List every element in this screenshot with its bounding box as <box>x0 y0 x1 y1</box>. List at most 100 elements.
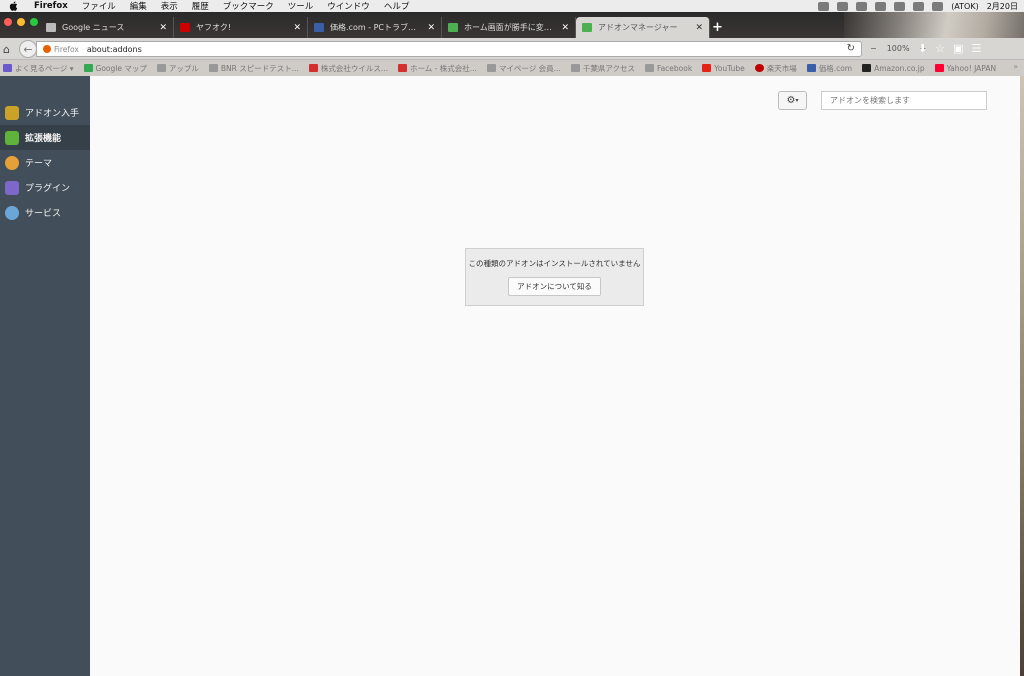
home-icon[interactable]: ⌂ <box>3 43 10 56</box>
volume-icon[interactable] <box>932 1 944 11</box>
rakuten-icon <box>754 64 764 72</box>
url-bar[interactable]: Firefox about:addons ↻ <box>36 41 862 57</box>
tab-kakaku[interactable]: 価格.com - PCトラブル相談 ... ✕ <box>308 17 442 38</box>
globe-icon <box>208 64 218 72</box>
zoom-level[interactable]: 100% <box>887 44 910 53</box>
tab-label: 価格.com - PCトラブル相談 ... <box>330 23 424 32</box>
minimize-window-button[interactable] <box>17 18 25 26</box>
tab-label: アドオンマネージャー <box>598 23 678 32</box>
tab-list: Google ニュース ✕ ヤフオク! ✕ 価格.com - PCトラブル相談 … <box>40 17 710 38</box>
hamburger-menu-icon[interactable]: ☰ <box>972 42 982 55</box>
close-icon[interactable]: ✕ <box>159 23 167 33</box>
network-icon[interactable] <box>856 1 868 11</box>
bookmark-label: Facebook <box>656 63 693 73</box>
status-menus: (ATOK) 2月20日 <box>818 0 1018 12</box>
palette-icon <box>5 155 19 170</box>
menu-tools[interactable]: ツール <box>288 0 314 12</box>
google-maps-icon <box>83 64 93 72</box>
bookmark-item[interactable]: Facebook <box>644 63 693 73</box>
tab-homepage-article[interactable]: ホーム画面が勝手に変わるS... ✕ <box>442 17 576 38</box>
bookmark-item[interactable]: よく見るページ ▾ <box>3 63 74 74</box>
puzzle-icon <box>5 130 19 145</box>
reload-icon[interactable]: ↻ <box>847 43 855 54</box>
menu-file[interactable]: ファイル <box>82 0 116 12</box>
bookmark-item[interactable]: Google マップ <box>83 63 147 74</box>
time-machine-icon[interactable] <box>837 1 849 11</box>
menubar-clock[interactable]: 2月20日 <box>987 1 1018 12</box>
desktop-edge <box>1020 76 1024 676</box>
close-icon[interactable]: ✕ <box>695 23 703 33</box>
menu-edit[interactable]: 編集 <box>130 0 147 12</box>
bookmark-item[interactable]: 価格.com <box>806 63 852 74</box>
tab-yahoo-auction[interactable]: ヤフオク! ✕ <box>174 17 308 38</box>
identity-label[interactable]: Firefox <box>54 45 79 54</box>
bookmarks-menu-icon[interactable]: ▣ <box>953 42 963 55</box>
wifi-icon[interactable] <box>894 1 906 11</box>
back-button[interactable]: ← <box>19 40 37 58</box>
sidebar-item-get-addons[interactable]: アドオン入手 <box>0 100 90 125</box>
bookmark-item[interactable]: アップル <box>156 63 199 74</box>
bookmark-item[interactable]: マイページ 会員... <box>486 63 561 74</box>
bookmark-label: ホーム - 株式会社... <box>410 63 477 73</box>
bookmark-item[interactable]: 楽天市場 <box>754 63 797 74</box>
close-icon[interactable]: ✕ <box>293 23 301 33</box>
firefox-icon <box>43 45 51 53</box>
ime-indicator[interactable]: (ATOK) <box>951 2 979 11</box>
bag-icon <box>5 105 19 120</box>
tab-label: Google ニュース <box>62 23 125 32</box>
yahoo-icon <box>934 64 944 72</box>
bookmark-item[interactable]: BNR スピードテスト... <box>208 63 299 74</box>
bookmark-label: Google マップ <box>95 63 147 73</box>
sidebar-item-extensions[interactable]: 拡張機能 <box>0 125 90 150</box>
bookmark-label: BNR スピードテスト... <box>220 63 299 73</box>
close-icon[interactable]: ✕ <box>561 23 569 33</box>
menu-view[interactable]: 表示 <box>161 0 178 12</box>
zoom-window-button[interactable] <box>30 18 38 26</box>
new-tab-button[interactable]: + <box>712 20 723 35</box>
close-window-button[interactable] <box>4 18 12 26</box>
globe-icon <box>486 64 496 72</box>
bookmark-item[interactable]: ホーム - 株式会社... <box>398 63 477 74</box>
bookmark-item[interactable]: 千葉県アクセス <box>570 63 635 74</box>
chevron-right-icon[interactable]: » <box>1013 62 1018 71</box>
bookmark-item[interactable]: YouTube <box>702 64 745 73</box>
url-text[interactable]: about:addons <box>87 45 142 54</box>
bookmark-item[interactable]: Amazon.co.jp <box>862 64 925 73</box>
google-news-favicon-icon <box>46 23 56 32</box>
bookmark-item[interactable]: Yahoo! JAPAN <box>934 63 997 73</box>
cloud-icon <box>5 205 19 220</box>
menu-history[interactable]: 履歴 <box>192 0 209 12</box>
learn-more-button[interactable]: アドオンについて知る <box>508 277 601 296</box>
app-menu-firefox[interactable]: Firefox <box>34 1 68 11</box>
globe-icon <box>644 64 654 72</box>
tab-addons-manager[interactable]: アドオンマネージャー ✕ <box>576 17 710 38</box>
zoom-out-button[interactable]: − <box>870 44 877 53</box>
bookmark-label: Yahoo! JAPAN <box>946 63 997 73</box>
menu-window[interactable]: ウインドウ <box>327 0 370 12</box>
tools-gear-button[interactable]: ⚙ ▾ <box>778 91 807 110</box>
apple-icon[interactable] <box>8 1 20 11</box>
airplay-icon[interactable] <box>913 1 925 11</box>
sidebar-item-services[interactable]: サービス <box>0 200 90 225</box>
menu-help[interactable]: ヘルプ <box>384 0 410 12</box>
empty-message: この種類のアドオンはインストールされていません <box>468 259 641 268</box>
gear-icon: ⚙ <box>786 95 796 106</box>
adobe-icon[interactable] <box>818 1 830 11</box>
close-icon[interactable]: ✕ <box>427 23 435 33</box>
code-icon[interactable] <box>875 1 887 11</box>
bookmark-item[interactable]: 株式会社ウイルス... <box>308 63 388 74</box>
toolbar-icons: ⬇ ☆ ▣ ☰ <box>918 42 981 55</box>
sidebar-item-label: テーマ <box>25 159 53 169</box>
tab-google-news[interactable]: Google ニュース ✕ <box>40 17 174 38</box>
kakaku-favicon-icon <box>314 23 324 32</box>
addons-search-input[interactable] <box>821 91 987 110</box>
download-icon[interactable]: ⬇ <box>918 42 927 55</box>
menu-bookmarks[interactable]: ブックマーク <box>223 0 274 12</box>
mac-menubar: Firefox ファイル 編集 表示 履歴 ブックマーク ツール ウインドウ ヘ… <box>0 0 1024 12</box>
sidebar-item-themes[interactable]: テーマ <box>0 150 90 175</box>
bookmark-label: アップル <box>168 63 199 73</box>
window-controls <box>4 18 38 26</box>
bookmark-star-icon[interactable]: ☆ <box>935 42 945 55</box>
sidebar-item-plugins[interactable]: プラグイン <box>0 175 90 200</box>
